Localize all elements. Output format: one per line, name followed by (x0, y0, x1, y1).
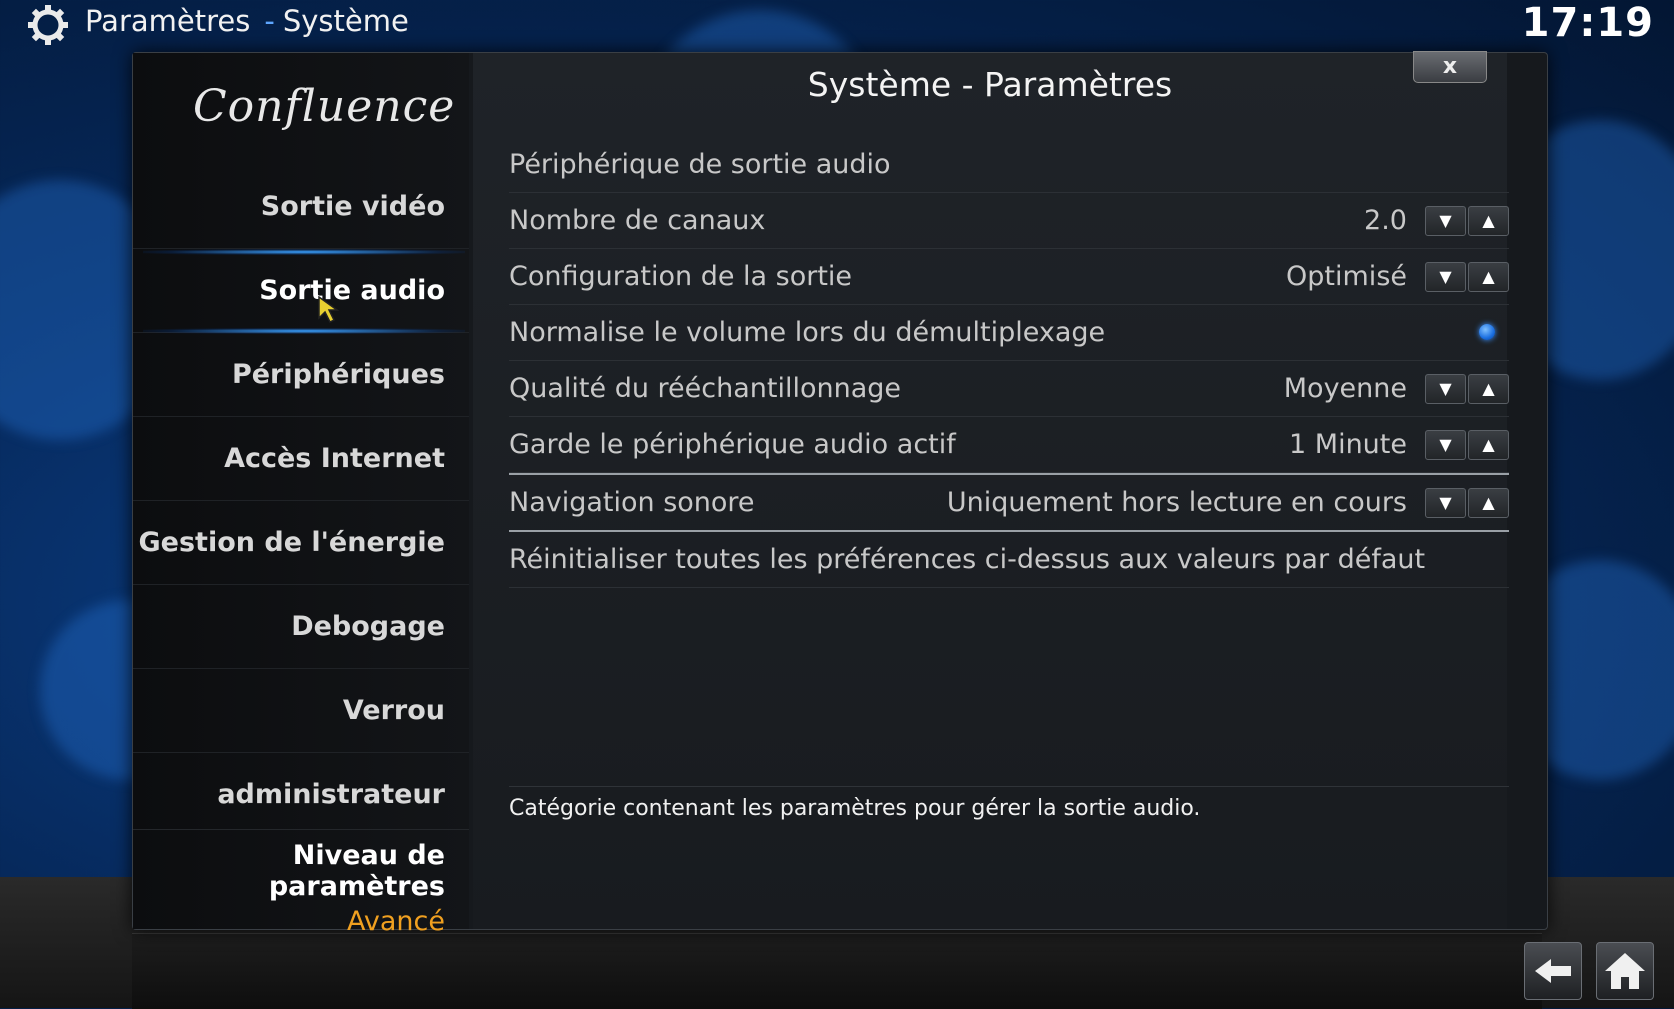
category-description: Catégorie contenant les paramètres pour … (509, 796, 1201, 821)
gear-icon (28, 5, 68, 45)
spinner: ▼ ▲ (1425, 262, 1509, 292)
spinner-up-button[interactable]: ▲ (1468, 262, 1509, 292)
spinner-up-button[interactable]: ▲ (1468, 430, 1509, 460)
setting-label: Qualité du rééchantillonnage (509, 373, 902, 404)
setting-label: Réinitialiser toutes les préférences ci-… (509, 544, 1426, 575)
confluence-logo: Confluence (193, 81, 456, 132)
settings-dialog: Confluence Sortie vidéo Sortie audio Pér… (132, 51, 1548, 937)
setting-row-reset-defaults[interactable]: Réinitialiser toutes les préférences ci-… (509, 532, 1509, 588)
clock: 17:19 (1521, 0, 1654, 46)
sidebar-item-gestion-energie[interactable]: Gestion de l'énergie (133, 501, 469, 585)
setting-label: Navigation sonore (509, 487, 755, 518)
radio-toggle[interactable] (1479, 324, 1495, 340)
spinner: ▼ ▲ (1425, 206, 1509, 236)
setting-value: Moyenne (1283, 373, 1407, 404)
setting-value: Optimisé (1286, 261, 1407, 292)
setting-row-channels[interactable]: Nombre de canaux 2.0 ▼ ▲ (509, 193, 1509, 249)
setting-value: Uniquement hors lecture en cours (946, 487, 1407, 518)
spinner-down-button[interactable]: ▼ (1425, 206, 1466, 236)
sidebar: Confluence Sortie vidéo Sortie audio Pér… (133, 53, 469, 937)
sidebar-item-sortie-video[interactable]: Sortie vidéo (133, 165, 469, 249)
spinner-up-button[interactable]: ▲ (1468, 206, 1509, 236)
sidebar-item-peripheriques[interactable]: Périphériques (133, 333, 469, 417)
setting-row-normalize-volume[interactable]: Normalise le volume lors du démultiplexa… (509, 305, 1509, 361)
close-button[interactable]: x (1413, 51, 1487, 83)
setting-row-gui-sounds[interactable]: Navigation sonore Uniquement hors lectur… (509, 473, 1509, 532)
setting-label: Configuration de la sortie (509, 261, 853, 292)
spinner-down-button[interactable]: ▼ (1425, 374, 1466, 404)
settings-level-button[interactable]: Niveau de paramètres Avancé (133, 829, 469, 937)
setting-label: Périphérique de sortie audio (509, 149, 891, 180)
spinner: ▼ ▲ (1425, 374, 1509, 404)
breadcrumb-subsection: Système (282, 4, 409, 38)
setting-value: 1 Minute (1289, 429, 1407, 460)
settings-level-label: Niveau de paramètres (268, 840, 445, 902)
spinner-up-button[interactable]: ▲ (1468, 488, 1509, 518)
dialog-title: Système - Paramètres (807, 65, 1173, 104)
category-list: Sortie vidéo Sortie audio Périphériques … (133, 165, 469, 810)
settings-level-value: Avancé (347, 906, 445, 937)
breadcrumb-separator: - (264, 4, 275, 38)
setting-row-resample-quality[interactable]: Qualité du rééchantillonnage Moyenne ▼ ▲ (509, 361, 1509, 417)
settings-list: Périphérique de sortie audio Nombre de c… (509, 137, 1509, 588)
setting-label: Garde le périphérique audio actif (509, 429, 956, 460)
setting-row-audio-device[interactable]: Périphérique de sortie audio (509, 137, 1509, 193)
back-button[interactable] (1524, 942, 1582, 1000)
setting-label: Normalise le volume lors du démultiplexa… (509, 317, 1106, 348)
home-button[interactable] (1596, 942, 1654, 1000)
breadcrumb: Paramètres - Système (85, 4, 409, 38)
spinner-down-button[interactable]: ▼ (1425, 430, 1466, 460)
sidebar-item-debogage[interactable]: Debogage (133, 585, 469, 669)
mouse-cursor-icon (318, 296, 340, 324)
spinner-down-button[interactable]: ▼ (1425, 262, 1466, 292)
home-icon (1605, 953, 1645, 989)
spinner-up-button[interactable]: ▲ (1468, 374, 1509, 404)
spinner-down-button[interactable]: ▼ (1425, 488, 1466, 518)
spinner: ▼ ▲ (1425, 430, 1509, 460)
bottom-panel (132, 933, 1542, 1009)
sidebar-item-acces-internet[interactable]: Accès Internet (133, 417, 469, 501)
description-divider (509, 786, 1509, 787)
spinner: ▼ ▲ (1425, 488, 1509, 518)
breadcrumb-section: Paramètres (85, 4, 251, 38)
sidebar-item-sortie-audio[interactable]: Sortie audio (133, 249, 469, 334)
setting-row-output-config[interactable]: Configuration de la sortie Optimisé ▼ ▲ (509, 249, 1509, 305)
setting-label: Nombre de canaux (509, 205, 766, 236)
back-arrow-icon (1535, 959, 1571, 983)
setting-value: 2.0 (1364, 205, 1407, 236)
setting-row-keep-device-active[interactable]: Garde le périphérique audio actif 1 Minu… (509, 417, 1509, 473)
sidebar-item-verrou-administrateur[interactable]: Verrou administrateur (133, 669, 469, 810)
